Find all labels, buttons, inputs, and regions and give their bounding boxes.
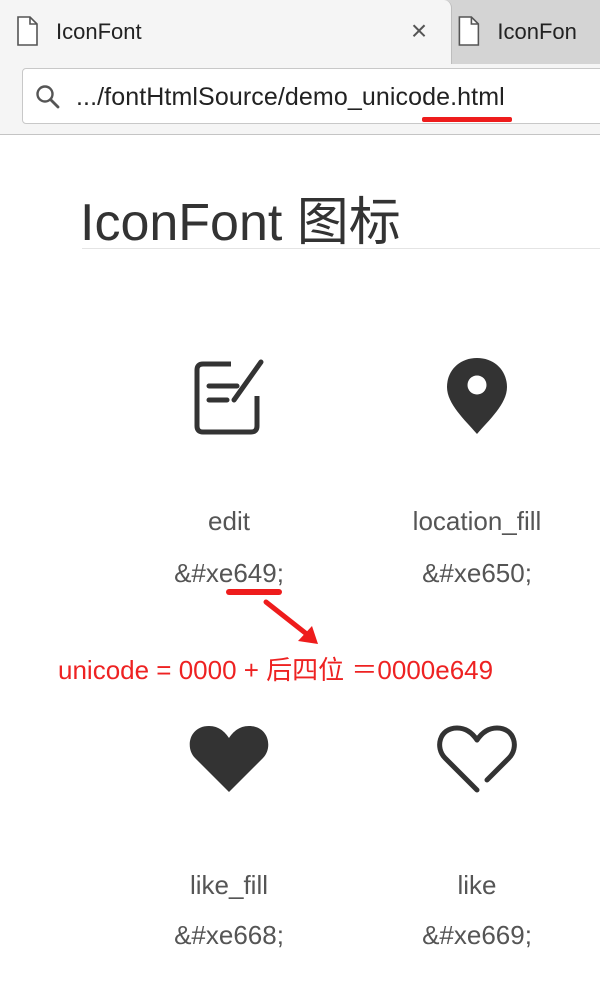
icon-code: &#xe649; bbox=[174, 558, 284, 588]
browser-chrome: IconFon IconFont × .../fontHtmlSource/de… bbox=[0, 0, 600, 135]
arrow-icon bbox=[263, 599, 318, 644]
icon-code: &#xe669; bbox=[422, 920, 532, 950]
tab-active-title: IconFont bbox=[56, 19, 142, 44]
toolbar: .../fontHtmlSource/demo_unicode.html bbox=[0, 64, 600, 134]
location-fill-icon bbox=[447, 358, 507, 434]
close-icon[interactable]: × bbox=[404, 16, 434, 46]
heart-outline-icon bbox=[437, 725, 517, 793]
address-bar[interactable]: .../fontHtmlSource/demo_unicode.html bbox=[22, 68, 600, 124]
icon-code: &#xe650; bbox=[422, 558, 532, 588]
page-icon bbox=[17, 16, 38, 46]
icon-name: like bbox=[457, 870, 497, 900]
search-icon bbox=[36, 85, 60, 109]
url-highlight-underline bbox=[422, 117, 512, 122]
edit-icon bbox=[194, 359, 264, 435]
annotation-text: unicode = 0000 + 后四位 ＝0000e649 bbox=[58, 655, 494, 685]
tab-inactive[interactable]: IconFon bbox=[436, 0, 600, 64]
icon-name: edit bbox=[208, 506, 250, 536]
icon-code: &#xe668; bbox=[174, 920, 284, 950]
icon-item-like-fill: like_fill &#xe668; bbox=[109, 720, 349, 960]
icon-item-edit: edit &#xe649; bbox=[109, 356, 349, 596]
title-divider bbox=[82, 248, 600, 249]
page-title: IconFont 图标 bbox=[80, 194, 401, 252]
icon-item-like: like &#xe669; bbox=[357, 720, 597, 960]
tab-inactive-title: IconFon bbox=[497, 19, 577, 44]
tab-active[interactable]: IconFont × bbox=[0, 0, 452, 64]
url-text[interactable]: .../fontHtmlSource/demo_unicode.html bbox=[76, 83, 505, 112]
icon-name: like_fill bbox=[189, 870, 269, 900]
code-highlight-underline bbox=[226, 589, 282, 595]
icon-name: location_fill bbox=[412, 506, 542, 536]
heart-fill-icon bbox=[189, 726, 269, 792]
page-icon bbox=[458, 16, 480, 46]
icon-item-location-fill: location_fill &#xe650; bbox=[357, 356, 597, 596]
